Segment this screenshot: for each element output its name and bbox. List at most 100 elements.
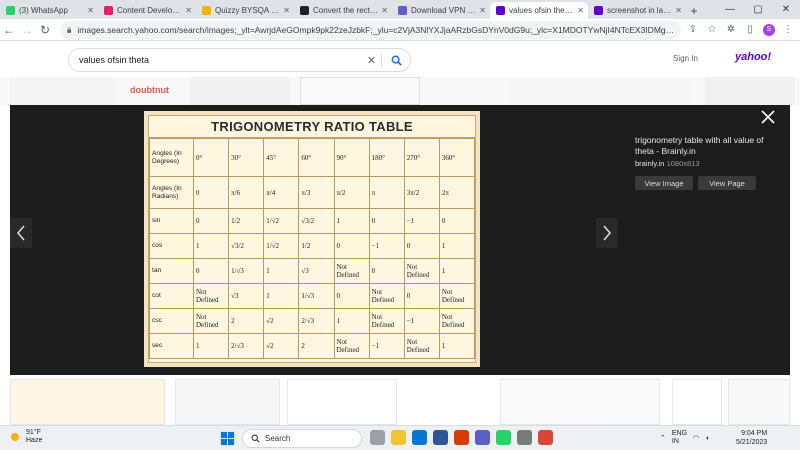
view-image-button[interactable]: View Image [635,176,693,190]
table-row: cot Not Defined √3 1 1/√3 0 Not Defined 0 Not De… [149,283,476,309]
browser-tab[interactable]: (3) WhatsApp ✕ [0,2,98,19]
yahoo-header: values ofsin theta ✕ Sign In yahoo! [0,41,800,77]
close-viewer-icon[interactable] [760,109,776,125]
search-input[interactable]: values ofsin theta [79,55,362,65]
result-thumbnail[interactable] [728,379,790,425]
browser-tab[interactable]: Convert the rectangul...✕ [294,2,392,19]
close-tab-icon[interactable]: ✕ [675,6,682,15]
extensions-icon[interactable]: ✲ [725,24,737,36]
profile-avatar[interactable]: S [763,23,775,36]
result-thumbnail[interactable] [300,77,420,105]
result-thumbnail[interactable] [10,77,115,105]
table-cell: 0 [368,258,405,284]
table-cell: 1 [438,333,476,359]
teams-icon[interactable] [475,430,490,445]
close-tab-icon[interactable]: ✕ [479,6,486,15]
minimize-icon[interactable]: — [716,0,744,19]
search-icon [251,434,260,443]
browser-tab[interactable]: Quizzy BYSQA Test Gu...✕ [196,2,294,19]
table-cell: 45° [263,138,300,177]
browser-tab[interactable]: screenshot in laptop ...✕ [588,2,686,19]
table-cell: 0 [403,233,440,259]
weather-widget[interactable]: 91°F Haze [8,429,42,445]
whatsapp-icon[interactable] [496,430,511,445]
sign-in-link[interactable]: Sign In [673,54,698,63]
chevron-up-icon[interactable]: ⌃ [660,434,666,442]
result-thumbnail[interactable] [500,379,660,425]
close-window-icon[interactable]: ✕ [772,0,800,19]
url-bar[interactable]: images.search.yahoo.com/search/images;_y… [60,20,681,39]
image-details-panel: trigonometry table with all value of the… [635,135,775,190]
weather-icon [11,433,19,441]
star-icon[interactable]: ☆ [706,24,718,36]
table-cell: 60° [298,138,335,177]
result-thumbnail[interactable] [672,379,722,425]
tab-title: Convert the rectangul... [313,6,379,15]
close-tab-icon[interactable]: ✕ [577,6,584,15]
table-cell: 1 [192,233,230,259]
result-thumbnail[interactable] [190,77,290,105]
sidepanel-icon[interactable]: ▯ [744,24,756,36]
new-tab-button[interactable]: + [686,2,702,19]
taskbar-search[interactable]: Search [242,429,362,448]
table-cell: 0 [192,176,230,209]
close-tab-icon[interactable]: ✕ [381,6,388,15]
tab-favicon-icon [104,6,113,15]
yahoo-logo[interactable]: yahoo! [735,51,771,63]
table-cell: π/3 [298,176,335,209]
row-header: cos [149,233,194,259]
share-icon[interactable]: ⇪ [687,24,699,36]
search-box: values ofsin theta ✕ [68,48,411,72]
settings-icon[interactable] [517,430,532,445]
windows-start-icon[interactable] [220,431,235,446]
menu-icon[interactable]: ⋮ [782,24,794,36]
task-view-icon[interactable] [370,430,385,445]
browser-tab[interactable]: Content Developer te...✕ [98,2,196,19]
browser-tab[interactable]: Download VPN | Prot...✕ [392,2,490,19]
image-title[interactable]: trigonometry table with all value of the… [635,135,775,157]
table-cell: √3 [298,258,335,284]
table-row: sin 0 1/2 1/√2 √3/2 1 0 −1 0 [149,208,476,234]
volume-icon[interactable]: ◖ [705,435,709,442]
chevron-left-icon [17,225,25,241]
clock[interactable]: 9:04 PM 5/21/2023 [736,429,767,447]
lock-icon [67,26,72,33]
mail-icon[interactable] [412,430,427,445]
date: 5/21/2023 [736,439,768,446]
file-explorer-icon[interactable] [391,430,406,445]
time: 9:04 PM [741,430,768,437]
next-image-button[interactable] [596,218,618,248]
forward-icon[interactable]: → [18,19,36,41]
wifi-icon[interactable]: ◠ [693,434,699,442]
store-icon[interactable] [433,430,448,445]
result-thumbnail[interactable] [287,379,397,425]
image-source[interactable]: brainly.in [635,159,664,168]
preview-image[interactable]: TRIGONOMETRY RATIO TABLE Angles (In Degr… [144,111,480,367]
result-thumbnail[interactable] [510,77,690,105]
close-tab-icon[interactable]: ✕ [185,6,192,15]
clear-search-icon[interactable]: ✕ [362,53,382,67]
previous-image-button[interactable] [10,218,32,248]
table-cell: Not Defined [333,333,370,359]
view-page-button[interactable]: View Page [698,176,756,190]
search-button[interactable] [382,55,410,66]
row-header: cot [149,283,194,309]
result-thumbnail[interactable] [10,379,165,425]
maximize-icon[interactable]: ▢ [744,0,772,19]
table-cell: 2 [228,308,265,334]
result-thumbnail[interactable] [705,77,795,105]
chrome-icon[interactable] [538,430,553,445]
table-cell: Not Defined [403,333,440,359]
table-cell: √3/2 [298,208,335,234]
table-cell: Not Defined [438,308,476,334]
doubtnut-logo: doubtnut [130,85,169,95]
office-icon[interactable] [454,430,469,445]
reload-icon[interactable]: ↻ [36,19,54,41]
result-thumbnail[interactable] [175,379,280,425]
language[interactable]: ENG [672,430,687,438]
back-icon[interactable]: ← [0,19,18,41]
close-tab-icon[interactable]: ✕ [283,6,290,15]
browser-tab[interactable]: values ofsin theta - Yo...✕ [490,2,588,19]
region: IN [671,438,679,445]
close-tab-icon[interactable]: ✕ [87,6,94,15]
